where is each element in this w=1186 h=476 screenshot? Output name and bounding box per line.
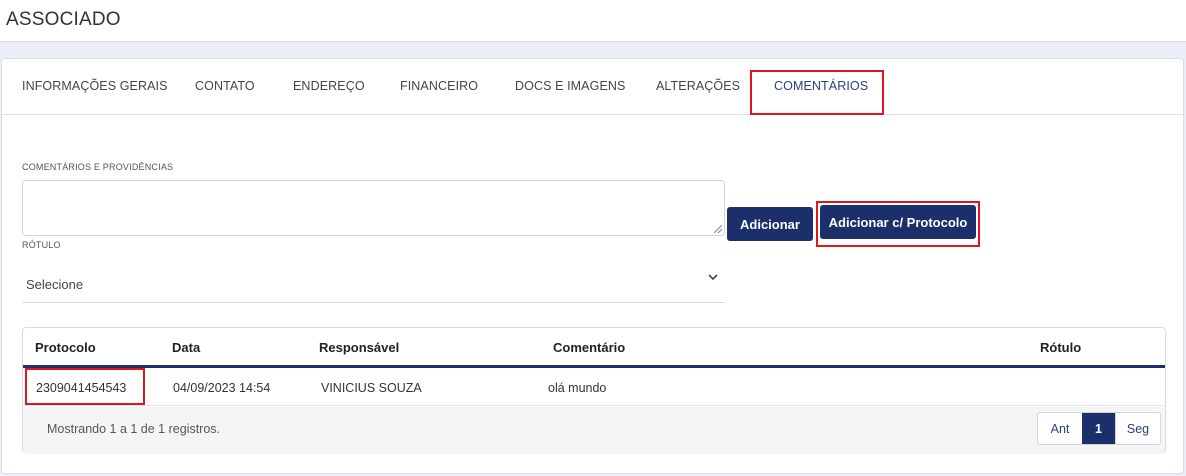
table-header: Protocolo Data Responsável Comentário Ró… xyxy=(23,328,1165,368)
comments-field-label: COMENTÁRIOS E PROVIDÊNCIAS xyxy=(22,162,174,172)
column-header-data[interactable]: Data xyxy=(172,340,200,355)
cell-comentario: olá mundo xyxy=(548,381,607,395)
tab-alteracoes[interactable]: ALTERAÇÕES xyxy=(656,79,740,93)
pagination-prev[interactable]: Ant xyxy=(1038,413,1082,444)
cell-responsavel: VINICIUS SOUZA xyxy=(321,381,422,395)
tab-bar: INFORMAÇÕES GERAIS CONTATO ENDEREÇO FINA… xyxy=(2,59,1183,115)
pagination-next[interactable]: Seg xyxy=(1115,413,1160,444)
column-header-protocolo[interactable]: Protocolo xyxy=(35,340,96,355)
table-row[interactable]: 2309041454543 04/09/2023 14:54 VINICIUS … xyxy=(23,368,1165,406)
tab-docs-e-imagens[interactable]: DOCS E IMAGENS xyxy=(515,79,625,93)
label-select[interactable]: Selecione xyxy=(22,261,725,303)
page-title: ASSOCIADO xyxy=(6,9,121,30)
cell-protocolo: 2309041454543 xyxy=(36,381,127,395)
pagination-page-1[interactable]: 1 xyxy=(1082,413,1115,444)
tab-comentarios[interactable]: COMENTÁRIOS xyxy=(774,79,868,93)
column-header-rotulo[interactable]: Rótulo xyxy=(1040,340,1081,355)
comments-table: Protocolo Data Responsável Comentário Ró… xyxy=(22,327,1166,452)
tab-financeiro[interactable]: FINANCEIRO xyxy=(400,79,478,93)
table-footer: Mostrando 1 a 1 de 1 registros. Ant 1 Se… xyxy=(23,407,1165,452)
column-header-comentario[interactable]: Comentário xyxy=(553,340,625,355)
tab-informacoes-gerais[interactable]: INFORMAÇÕES GERAIS xyxy=(22,79,168,93)
column-header-responsavel[interactable]: Responsável xyxy=(319,340,399,355)
pagination: Ant 1 Seg xyxy=(1037,412,1161,445)
label-field-label: RÓTULO xyxy=(22,240,61,250)
tab-endereco[interactable]: ENDEREÇO xyxy=(293,79,365,93)
comments-textarea[interactable] xyxy=(22,180,725,236)
table-info: Mostrando 1 a 1 de 1 registros. xyxy=(47,422,221,436)
tab-contato[interactable]: CONTATO xyxy=(195,79,255,93)
cell-data: 04/09/2023 14:54 xyxy=(173,381,271,395)
resize-grip-icon[interactable] xyxy=(714,225,722,233)
chevron-down-icon xyxy=(708,274,718,281)
main-card: INFORMAÇÕES GERAIS CONTATO ENDEREÇO FINA… xyxy=(1,58,1184,474)
label-select-value: Selecione xyxy=(26,277,84,292)
add-with-protocol-button[interactable]: Adicionar c/ Protocolo xyxy=(820,205,976,239)
add-button[interactable]: Adicionar xyxy=(727,207,813,241)
top-bar: ASSOCIADO xyxy=(0,0,1186,42)
